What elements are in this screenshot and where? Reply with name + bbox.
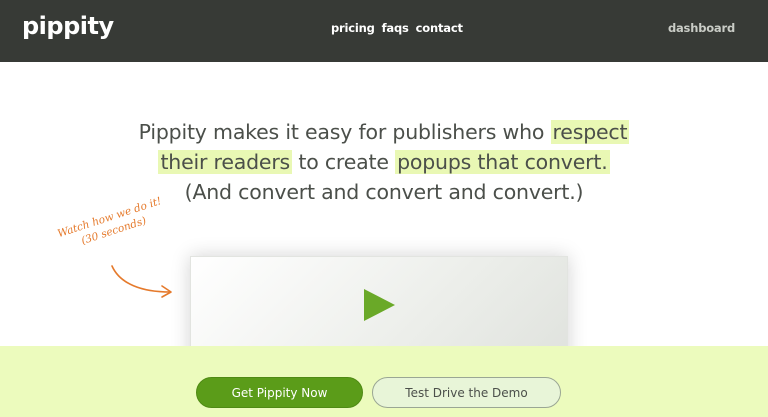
headline-highlight-their-readers: their readers [158, 150, 293, 174]
nav-link-faqs[interactable]: faqs [382, 21, 409, 35]
landing-page: pippity pricing faqs contact dashboard P… [0, 0, 768, 417]
play-icon[interactable] [364, 289, 395, 321]
curved-arrow-icon [111, 265, 172, 298]
headline-highlight-respect: respect [550, 120, 630, 144]
nav-link-pricing[interactable]: pricing [331, 21, 375, 35]
get-pippity-now-button[interactable]: Get Pippity Now [196, 377, 363, 408]
headline-line-3: (And convert and convert and convert.) [184, 180, 584, 204]
headline-line-2: their readers to create popups that conv… [0, 147, 768, 177]
headline-text: to create [292, 150, 396, 174]
nav-link-contact[interactable]: contact [416, 21, 463, 35]
headline-highlight-popups: popups that convert. [395, 150, 610, 174]
headline-line-1: Pippity makes it easy for publishers who… [0, 117, 768, 147]
top-navigation-bar: pippity pricing faqs contact dashboard [0, 0, 768, 62]
main-nav: pricing faqs contact [331, 21, 463, 35]
dashboard-link[interactable]: dashboard [668, 21, 735, 35]
headline-text: Pippity makes it easy for publishers who [138, 120, 551, 144]
site-logo[interactable]: pippity [22, 12, 114, 40]
cta-bar: Get Pippity Now Test Drive the Demo [0, 346, 768, 417]
test-drive-demo-button[interactable]: Test Drive the Demo [372, 377, 561, 408]
hero-headline: Pippity makes it easy for publishers who… [0, 117, 768, 207]
